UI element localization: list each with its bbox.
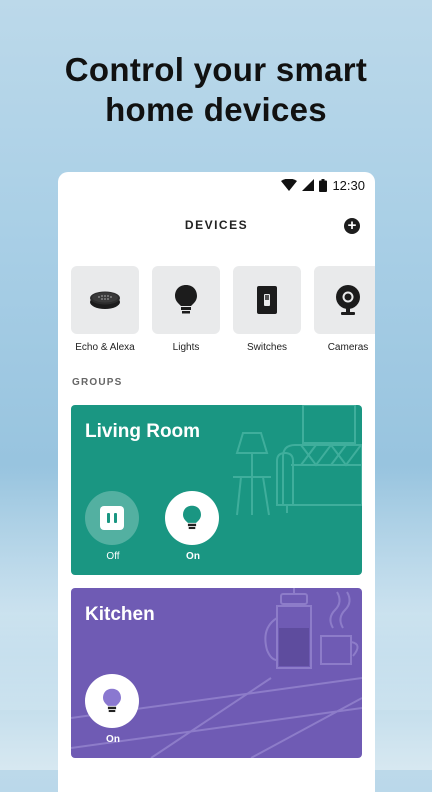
device-state-off: Off [106,551,120,562]
group-card-kitchen[interactable]: Kitchen On [71,588,362,758]
page-title: DEVICES [184,218,249,232]
device-state-on: On [186,551,200,562]
category-tile [233,266,301,334]
light-bulb-icon [103,688,121,713]
category-cameras[interactable]: Cameras [314,266,375,353]
smart-plug-icon [100,506,124,530]
light-bulb-icon [183,505,201,530]
category-tile [152,266,220,334]
category-tile [314,266,375,334]
battery-icon [319,178,328,192]
device-light[interactable]: On [165,491,221,562]
device-toggle[interactable] [165,491,219,545]
wifi-icon [281,179,298,191]
headline-line-1: Control your smart [64,51,368,88]
device-smart-plug[interactable]: Off [85,491,141,562]
device-state-on: On [106,734,120,745]
category-label: Lights [172,342,200,353]
camera-icon [336,285,360,315]
category-switches[interactable]: Switches [233,266,301,353]
plus-icon: + [347,217,357,234]
groups-section-label: GROUPS [72,377,123,388]
status-bar: 12:30 [58,172,375,198]
light-switch-icon [257,286,277,314]
add-device-button[interactable]: + [344,218,360,234]
group-name: Kitchen [85,604,155,625]
device-light[interactable]: On [85,674,141,745]
device-categories: Echo & Alexa Lights Switches Cameras [58,254,375,354]
phone-screen: 12:30 DEVICES + Echo & Alexa Lights Swit… [58,172,375,792]
light-bulb-icon [175,285,197,314]
group-name: Living Room [85,421,201,442]
category-lights[interactable]: Lights [152,266,220,353]
category-label: Switches [246,342,287,353]
app-bar: DEVICES + [58,198,375,254]
headline: Control your smart home devices [0,50,432,130]
status-time: 12:30 [332,177,365,193]
device-toggle[interactable] [85,491,139,545]
device-toggle[interactable] [85,674,139,728]
category-echo-alexa[interactable]: Echo & Alexa [71,266,139,353]
category-label: Cameras [327,342,369,353]
group-card-living-room[interactable]: Living Room Off On [71,405,362,575]
category-tile [71,266,139,334]
headline-line-2: home devices [105,91,327,128]
cell-signal-icon [302,179,315,191]
echo-dot-icon [90,291,120,309]
category-label: Echo & Alexa [75,342,135,353]
